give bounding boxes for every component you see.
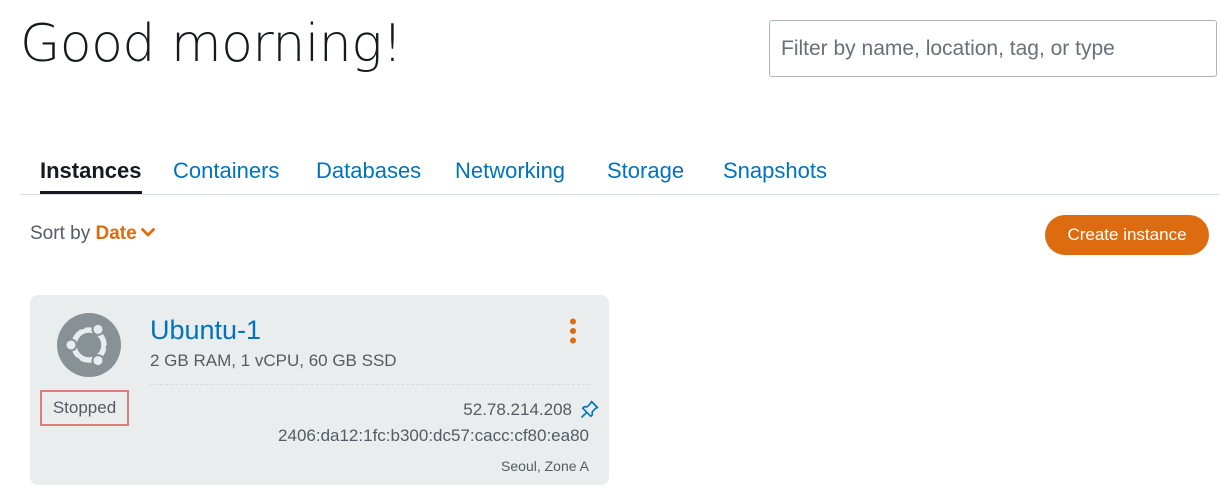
tab-containers[interactable]: Containers [173, 158, 279, 184]
chevron-down-icon [140, 228, 155, 237]
instance-card: Ubuntu-1 2 GB RAM, 1 vCPU, 60 GB SSD Sto… [30, 295, 609, 485]
ipv4-address: 52.78.214.208 [463, 400, 572, 419]
tab-databases[interactable]: Databases [316, 158, 421, 184]
card-divider [150, 384, 590, 385]
sort-value: Date [95, 223, 137, 244]
sort-dropdown[interactable]: Date [95, 223, 155, 244]
ipv6-address: 2406:da12:1fc:b300:dc57:cacc:cf80:ea80 [278, 426, 589, 445]
sort-control: Sort by Date [30, 223, 155, 245]
instance-specs: 2 GB RAM, 1 vCPU, 60 GB SSD [150, 351, 397, 370]
page-title: Good morning! [20, 14, 403, 74]
tab-snapshots[interactable]: Snapshots [723, 158, 827, 184]
kebab-menu-icon[interactable] [566, 318, 580, 344]
lightsail-home: Good morning! Instances Containers Datab… [0, 0, 1232, 503]
create-instance-button[interactable]: Create instance [1045, 215, 1209, 255]
instance-name-link[interactable]: Ubuntu-1 [150, 315, 261, 346]
search-box[interactable] [769, 20, 1217, 77]
sort-label: Sort by [30, 223, 91, 244]
tab-storage[interactable]: Storage [607, 158, 684, 184]
tab-networking[interactable]: Networking [455, 158, 565, 184]
pin-icon[interactable] [580, 399, 600, 419]
search-input[interactable] [770, 21, 1216, 76]
status-badge: Stopped [40, 390, 129, 426]
instance-location: Seoul, Zone A [501, 458, 589, 474]
ubuntu-logo-icon [57, 313, 121, 377]
tab-bar: Instances Containers Databases Networkin… [20, 150, 1219, 195]
tab-instances[interactable]: Instances [40, 158, 142, 194]
